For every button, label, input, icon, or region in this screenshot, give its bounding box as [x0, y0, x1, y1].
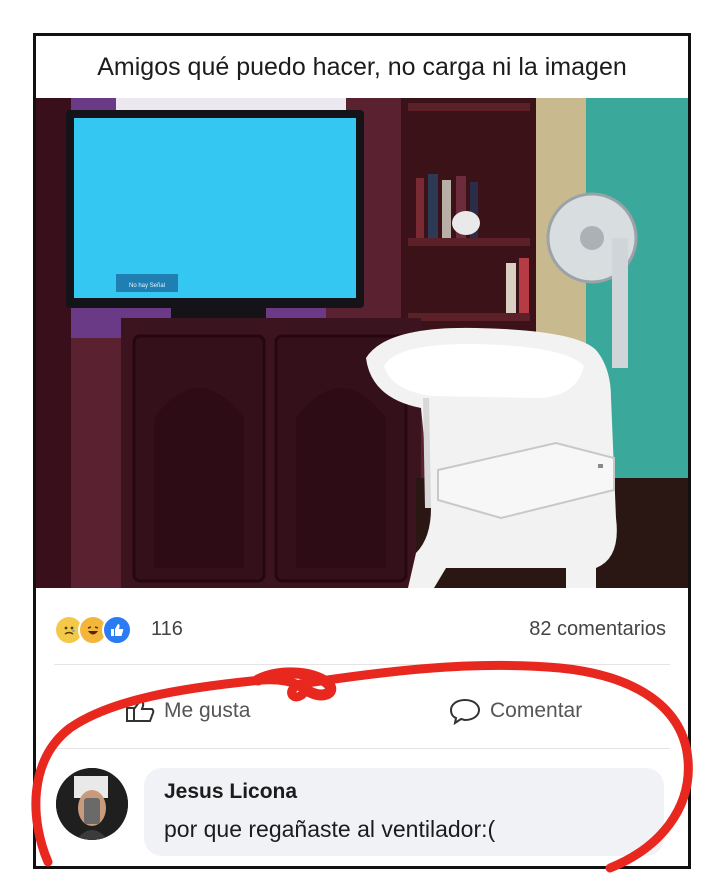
thumbs-up-outline-icon	[126, 699, 155, 722]
post-caption: Amigos qué puedo hacer, no carga ni la i…	[97, 52, 627, 81]
like-button[interactable]: Me gusta	[124, 690, 250, 732]
comment-label: Comentar	[490, 699, 583, 722]
thumbs-up-icon	[102, 615, 132, 645]
divider	[54, 748, 670, 749]
comment-item: Jesus Licona por que regañaste al ventil…	[56, 768, 676, 856]
reactions-summary[interactable]: 116 82 comentarios	[36, 611, 688, 647]
tv-no-signal-label: No hay Señal	[129, 283, 165, 289]
comment-button[interactable]: Comentar	[448, 690, 582, 732]
comment-author[interactable]: Jesus Licona	[164, 780, 297, 804]
post-actions: Me gusta Comentar	[36, 690, 688, 732]
post-photo-illustration: No hay Señal	[36, 98, 688, 588]
like-label: Me gusta	[164, 699, 251, 722]
avatar[interactable]	[56, 768, 128, 840]
avatar-photo	[56, 768, 128, 840]
comment-text: por que regañaste al ventilador:(	[164, 816, 496, 842]
comments-count[interactable]: 82 comentarios	[529, 618, 666, 641]
comment-bubble-icon	[449, 698, 481, 725]
comment-bubble: Jesus Licona por que regañaste al ventil…	[144, 768, 664, 856]
facebook-post-card: Amigos qué puedo hacer, no carga ni la i…	[33, 33, 691, 869]
divider	[54, 664, 670, 665]
reaction-icons	[54, 615, 132, 645]
reaction-count[interactable]: 116	[151, 618, 183, 641]
post-photo[interactable]: No hay Señal	[36, 98, 688, 588]
